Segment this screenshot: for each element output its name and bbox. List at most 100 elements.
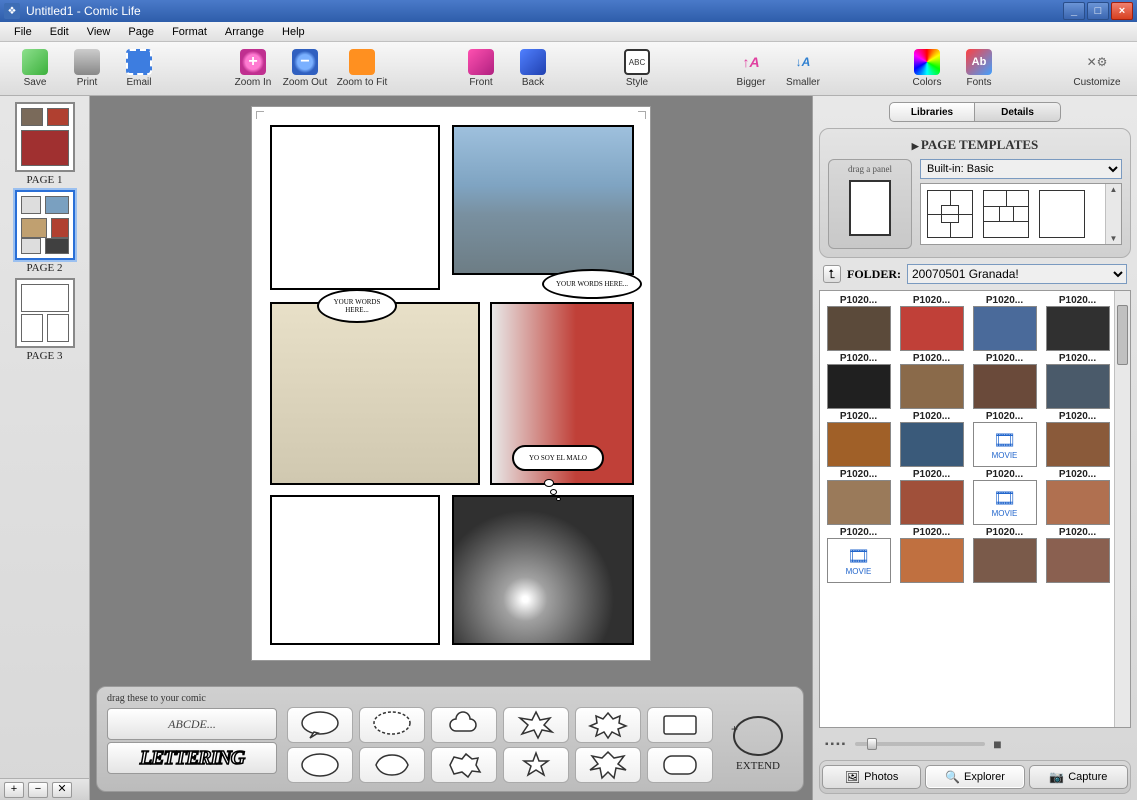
balloon-cloud[interactable] xyxy=(431,707,497,743)
balloon-oval-2[interactable] xyxy=(287,747,353,783)
text-element-button[interactable]: ABCDE... xyxy=(107,708,277,740)
menu-file[interactable]: File xyxy=(6,24,40,40)
photo-item[interactable]: P1020... xyxy=(824,353,893,409)
close-button[interactable]: × xyxy=(1111,2,1133,20)
photo-filename: P1020... xyxy=(900,295,964,306)
photo-filename: P1020... xyxy=(827,295,891,306)
photo-item[interactable]: P1020... xyxy=(897,411,966,467)
balloon-rounded[interactable] xyxy=(647,747,713,783)
panel[interactable] xyxy=(452,495,634,645)
tab-libraries[interactable]: Libraries xyxy=(889,102,975,122)
smaller-button[interactable]: Smaller xyxy=(778,45,828,93)
source-explorer-tab[interactable]: 🔍Explorer xyxy=(925,765,1024,789)
panel[interactable] xyxy=(270,302,480,485)
comic-page[interactable]: YOUR WORDS HERE... YOUR WORDS HERE... YO… xyxy=(251,106,651,661)
back-button[interactable]: Back xyxy=(508,45,558,93)
tab-details[interactable]: Details xyxy=(975,102,1061,122)
photo-item[interactable]: P1020... xyxy=(1043,527,1112,583)
balloon-spiky[interactable] xyxy=(575,707,641,743)
photo-filename: P1020... xyxy=(1046,469,1110,480)
speech-bubble[interactable]: YOUR WORDS HERE... xyxy=(542,269,642,299)
print-button[interactable]: Print xyxy=(62,45,112,93)
thought-tail xyxy=(544,479,561,501)
page-settings-button[interactable]: ✕ xyxy=(52,782,72,798)
balloon-dashed[interactable] xyxy=(359,707,425,743)
photo-item[interactable]: P1020... xyxy=(897,469,966,525)
photo-item[interactable]: P1020... xyxy=(824,295,893,351)
front-button[interactable]: Front xyxy=(456,45,506,93)
fonts-button[interactable]: Fonts xyxy=(954,45,1004,93)
balloon-star[interactable] xyxy=(503,747,569,783)
canvas-viewport[interactable]: YOUR WORDS HERE... YOUR WORDS HERE... YO… xyxy=(90,96,812,680)
balloon-oval[interactable] xyxy=(287,707,353,743)
photo-item[interactable]: P1020... xyxy=(824,469,893,525)
zoom-in-button[interactable]: Zoom In xyxy=(228,45,278,93)
menu-arrange[interactable]: Arrange xyxy=(217,24,272,40)
thumbnail-size-slider[interactable] xyxy=(855,742,985,746)
speech-bubble[interactable]: YOUR WORDS HERE... xyxy=(317,289,397,323)
menu-help[interactable]: Help xyxy=(274,24,313,40)
zoom-out-button[interactable]: Zoom Out xyxy=(280,45,330,93)
photo-item[interactable]: P1020... xyxy=(970,353,1039,409)
panel[interactable] xyxy=(452,125,634,275)
photo-item[interactable]: P1020... xyxy=(897,527,966,583)
balloon-burst[interactable] xyxy=(503,707,569,743)
panel[interactable] xyxy=(270,495,440,645)
photo-filename: P1020... xyxy=(973,353,1037,364)
balloon-rect[interactable] xyxy=(647,707,713,743)
photo-scrollbar[interactable] xyxy=(1114,291,1130,727)
photo-item[interactable]: P1020... xyxy=(1043,469,1112,525)
photo-item[interactable]: P1020... xyxy=(824,411,893,467)
email-button[interactable]: Email xyxy=(114,45,164,93)
canvas-area: YOUR WORDS HERE... YOUR WORDS HERE... YO… xyxy=(90,96,812,800)
source-capture-tab[interactable]: 📷Capture xyxy=(1029,765,1128,789)
photo-filename: P1020... xyxy=(973,469,1037,480)
photo-item[interactable]: P1020...MOVIE xyxy=(970,411,1039,467)
page-thumb-1[interactable]: PAGE 1 xyxy=(12,102,78,186)
page-thumb-2[interactable]: PAGE 2 xyxy=(12,190,78,274)
customize-button[interactable]: Customize xyxy=(1067,45,1127,93)
photo-item[interactable]: P1020... xyxy=(1043,411,1112,467)
template-thumb[interactable] xyxy=(983,190,1029,238)
drag-panel-well[interactable]: drag a panel xyxy=(828,159,912,249)
photo-thumb xyxy=(973,364,1037,409)
template-thumb[interactable] xyxy=(1039,190,1085,238)
blank-panel-shape[interactable] xyxy=(849,180,891,236)
source-photos-tab[interactable]: 🖼Photos xyxy=(822,765,921,789)
minimize-button[interactable]: _ xyxy=(1063,2,1085,20)
templates-scrollbar[interactable]: ▲▼ xyxy=(1105,184,1121,244)
page-thumb-3[interactable]: PAGE 3 xyxy=(12,278,78,362)
folder-up-button[interactable]: ⮤ xyxy=(823,265,841,283)
balloon-jagged[interactable] xyxy=(431,747,497,783)
photo-item[interactable]: P1020... xyxy=(897,295,966,351)
balloon-wavy[interactable] xyxy=(359,747,425,783)
balloon-explode[interactable] xyxy=(575,747,641,783)
style-button[interactable]: Style xyxy=(612,45,662,93)
lettering-element-button[interactable]: LETTERING xyxy=(107,742,277,774)
maximize-button[interactable]: □ xyxy=(1087,2,1109,20)
photo-item[interactable]: P1020... xyxy=(1043,353,1112,409)
save-button[interactable]: Save xyxy=(10,45,60,93)
photo-item[interactable]: P1020... xyxy=(970,295,1039,351)
template-thumb[interactable] xyxy=(927,190,973,238)
photo-item[interactable]: P1020... xyxy=(897,353,966,409)
menu-edit[interactable]: Edit xyxy=(42,24,77,40)
add-page-button[interactable]: + xyxy=(4,782,24,798)
photo-item[interactable]: P1020... xyxy=(970,527,1039,583)
remove-page-button[interactable]: − xyxy=(28,782,48,798)
panel[interactable] xyxy=(270,125,440,290)
menu-view[interactable]: View xyxy=(79,24,119,40)
menu-page[interactable]: Page xyxy=(120,24,162,40)
photo-item[interactable]: P1020...MOVIE xyxy=(824,527,893,583)
template-set-select[interactable]: Built-in: Basic xyxy=(920,159,1122,179)
size-large-icon: ■ xyxy=(993,736,1001,752)
menu-format[interactable]: Format xyxy=(164,24,215,40)
colors-button[interactable]: Colors xyxy=(902,45,952,93)
zoom-fit-button[interactable]: Zoom to Fit xyxy=(332,45,392,93)
bigger-button[interactable]: Bigger xyxy=(726,45,776,93)
extend-balloon-button[interactable] xyxy=(733,716,783,756)
photo-item[interactable]: P1020...MOVIE xyxy=(970,469,1039,525)
thought-bubble[interactable]: YO SOY EL MALO xyxy=(512,445,604,471)
folder-select[interactable]: 20070501 Granada! xyxy=(907,264,1127,284)
photo-item[interactable]: P1020... xyxy=(1043,295,1112,351)
